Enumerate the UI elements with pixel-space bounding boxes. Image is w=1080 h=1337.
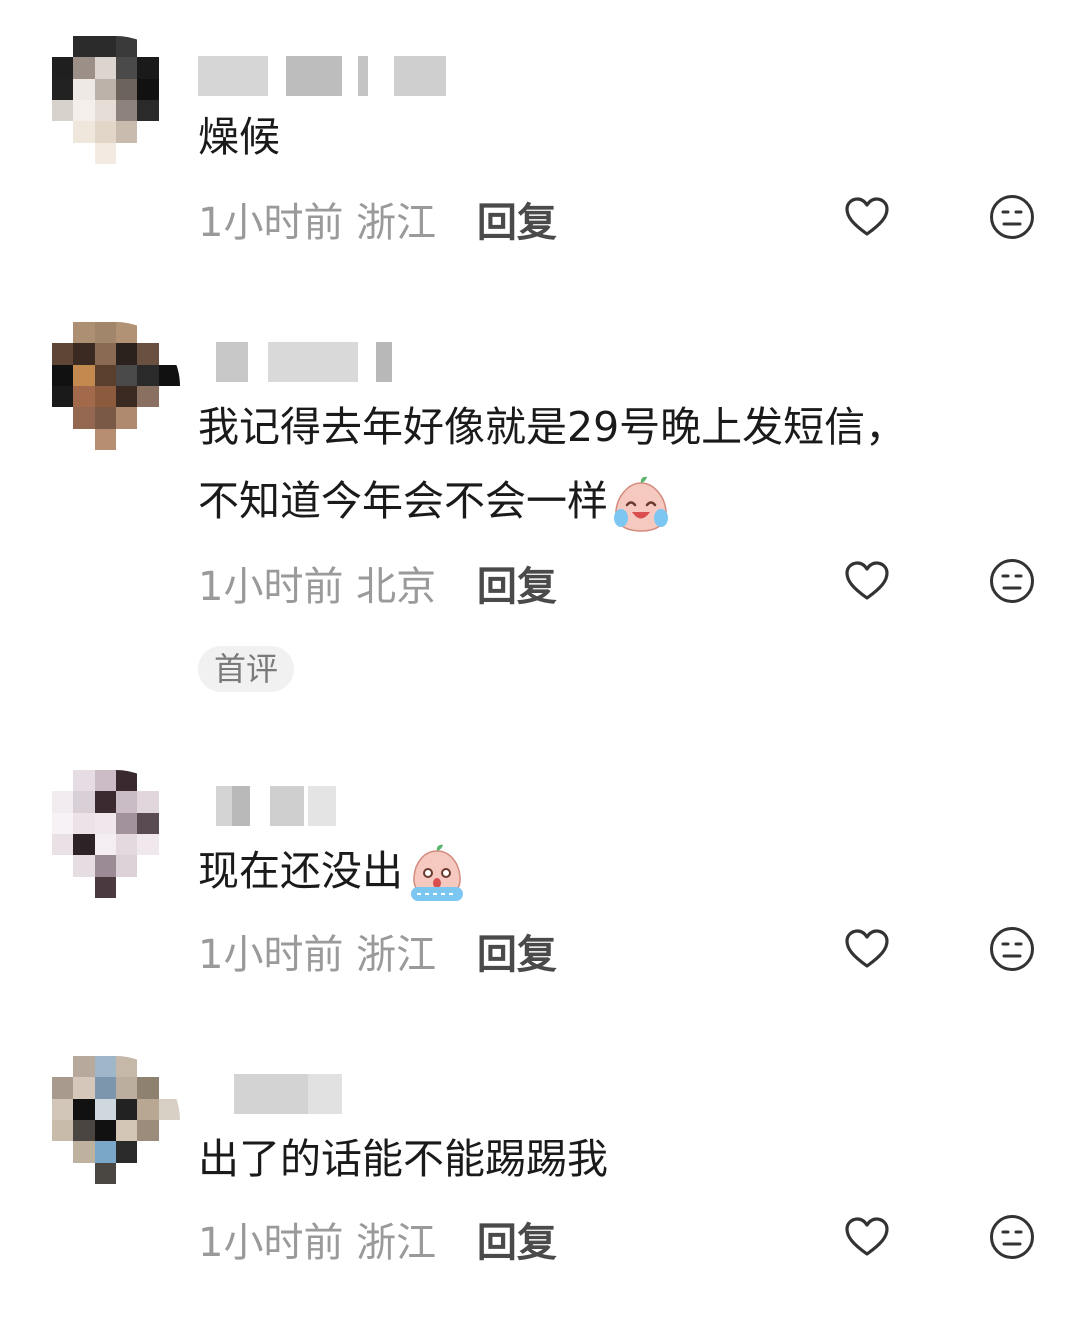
avatar[interactable] <box>52 770 180 898</box>
neutral-face-icon[interactable] <box>988 1213 1036 1261</box>
heart-outline-icon[interactable] <box>843 193 891 241</box>
neutral-face-icon[interactable] <box>988 925 1036 973</box>
comment-location: 浙江 <box>356 932 437 978</box>
neutral-face-icon[interactable] <box>988 193 1036 241</box>
avatar[interactable] <box>52 1056 180 1184</box>
comment-text-line2-content: 不知道今年会不会一样 <box>198 477 608 525</box>
comment-meta: 1小时前 浙江 回复 <box>198 190 557 248</box>
comment-location: 浙江 <box>356 200 437 246</box>
heart-outline-icon[interactable] <box>843 1213 891 1261</box>
comment-time: 1小时前 <box>198 932 344 978</box>
comment-text-line2: 不知道今年会不会一样 <box>198 464 672 538</box>
comment-time: 1小时前 <box>198 564 344 610</box>
comment-text: 现在还没出 <box>198 834 469 908</box>
neutral-face-icon[interactable] <box>988 557 1036 605</box>
comment-location: 浙江 <box>356 1220 437 1266</box>
reply-button[interactable]: 回复 <box>477 200 557 246</box>
comment-meta: 1小时前 北京 回复 <box>198 554 557 612</box>
comment-text: 燥候 <box>198 113 280 161</box>
reply-button[interactable]: 回复 <box>477 1220 557 1266</box>
laughing-crying-emoji <box>614 476 668 532</box>
crying-emoji <box>411 844 463 901</box>
first-comment-badge: 首评 <box>198 646 295 692</box>
avatar[interactable] <box>52 322 180 450</box>
reply-button[interactable]: 回复 <box>477 932 557 978</box>
comment-meta: 1小时前 浙江 回复 <box>198 1210 557 1268</box>
heart-outline-icon[interactable] <box>843 557 891 605</box>
comment-text-content: 现在还没出 <box>198 847 403 895</box>
comment-location: 北京 <box>356 564 437 610</box>
comment-text: 出了的话能不能踢踢我 <box>198 1135 608 1183</box>
comment-time: 1小时前 <box>198 1220 344 1266</box>
comment-time: 1小时前 <box>198 200 344 246</box>
heart-outline-icon[interactable] <box>843 925 891 973</box>
reply-button[interactable]: 回复 <box>477 564 557 610</box>
avatar[interactable] <box>52 36 180 164</box>
comment-meta: 1小时前 浙江 回复 <box>198 922 557 980</box>
comment-text-line1: 我记得去年好像就是29号晚上发短信， <box>198 403 907 451</box>
